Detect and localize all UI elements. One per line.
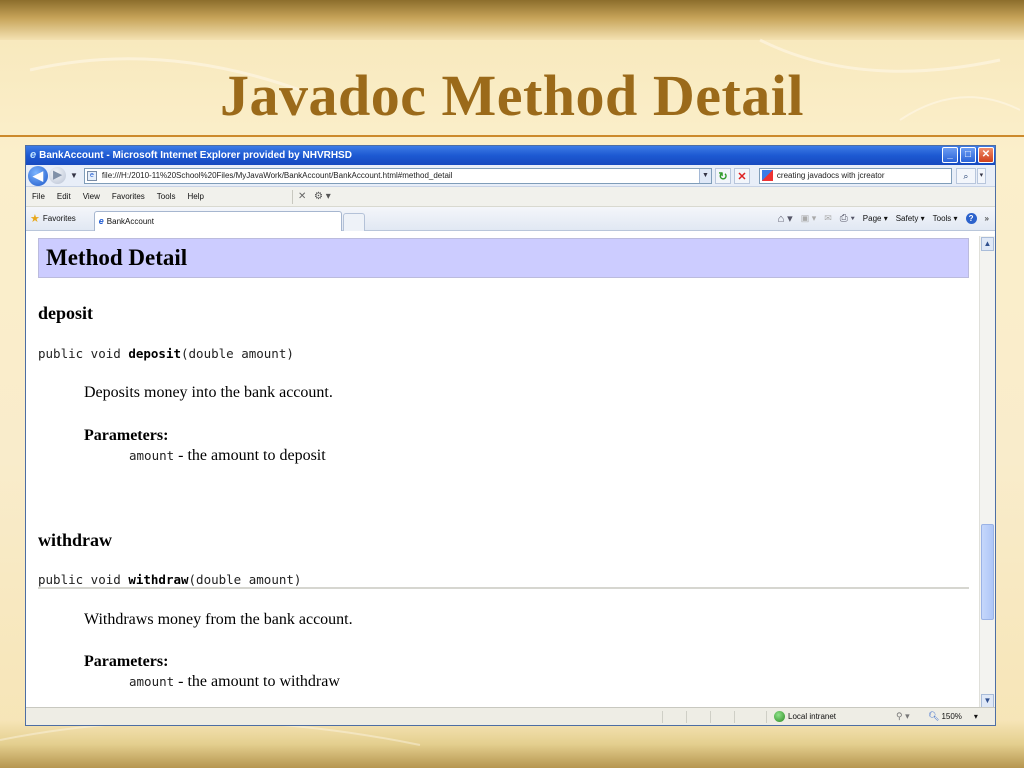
stop-button[interactable]: ✕: [733, 167, 750, 184]
method-signature-deposit: public void deposit(double amount): [38, 346, 294, 361]
zone-label: Local intranet: [788, 712, 837, 721]
title-divider: [0, 135, 1024, 137]
method-detail-header: Method Detail: [38, 238, 969, 278]
print-icon[interactable]: ⎙ ▾: [840, 213, 855, 224]
method-name-withdraw: withdraw: [38, 530, 113, 550]
page-menu[interactable]: Page ▾: [863, 214, 888, 223]
protected-mode-icon[interactable]: ⚲ ▾: [896, 711, 910, 722]
signature-method-name: withdraw: [128, 572, 189, 587]
favorites-button[interactable]: Favorites: [43, 214, 76, 223]
maximize-button[interactable]: □: [960, 147, 976, 163]
tab-label: BankAccount: [106, 216, 154, 226]
zoom-icon: 🔍︎: [928, 711, 940, 721]
recent-pages-dropdown-icon[interactable]: ▼: [70, 171, 78, 180]
browser-window: e BankAccount - Microsoft Internet Explo…: [25, 145, 996, 726]
menu-bar: File Edit View Favorites Tools Help ✕ ⚙ …: [26, 187, 995, 207]
forward-button[interactable]: ▶: [49, 167, 66, 184]
mail-icon[interactable]: ✉: [824, 213, 832, 224]
command-bar: ⌂ ▾ ▣ ▾ ✉ ⎙ ▾ Page ▾ Safety ▾ Tools ▾ ? …: [777, 212, 989, 225]
security-zone[interactable]: Local intranet: [774, 711, 836, 722]
parameter-line-withdraw: amount - the amount to withdraw: [129, 673, 340, 691]
parameter-line-deposit: amount - the amount to deposit: [129, 447, 326, 465]
zoom-dropdown-icon[interactable]: ▾: [974, 712, 978, 721]
search-options-dropdown-icon[interactable]: ▾: [976, 167, 986, 184]
menu-separator: [292, 190, 293, 204]
close-button[interactable]: ✕: [978, 147, 994, 163]
parameter-description: - the amount to withdraw: [174, 673, 340, 690]
page-icon: e: [86, 170, 97, 181]
menu-favorites[interactable]: Favorites: [112, 192, 145, 201]
tab-bankaccount[interactable]: e BankAccount: [93, 210, 342, 231]
addon-icon[interactable]: ⚙ ▾: [314, 191, 331, 202]
favorites-bar: ★ Favorites e BankAccount ⌂ ▾ ▣ ▾ ✉ ⎙ ▾ …: [26, 207, 995, 231]
method-name-deposit: deposit: [38, 303, 94, 323]
menu-file[interactable]: File: [32, 192, 45, 201]
zoom-control[interactable]: 🔍︎ 150% ▾: [928, 711, 978, 722]
window-controls: _ □ ✕: [942, 147, 994, 163]
signature-method-name: deposit: [128, 346, 181, 361]
address-field[interactable]: e file:///H:/2010-11%20School%20Files/My…: [83, 167, 712, 184]
signature-params: (double amount): [188, 572, 302, 587]
zoom-level: 150%: [941, 712, 962, 721]
menu-view[interactable]: View: [83, 192, 100, 201]
parameter-name: amount: [129, 674, 175, 689]
scroll-up-button[interactable]: ▲: [981, 237, 994, 251]
more-commands-icon[interactable]: »: [985, 214, 989, 223]
status-bar: Local intranet ⚲ ▾ 🔍︎ 150% ▾: [26, 707, 995, 725]
back-button[interactable]: ◀: [28, 165, 48, 186]
safety-menu[interactable]: Safety ▾: [896, 214, 925, 223]
method-signature-withdraw: public void withdraw(double amount): [38, 572, 301, 587]
scroll-thumb[interactable]: [981, 524, 994, 620]
status-separator: [662, 711, 663, 723]
home-icon[interactable]: ⌂ ▾: [777, 212, 792, 225]
status-separator: [766, 711, 767, 723]
address-dropdown-icon[interactable]: ▼: [698, 168, 711, 183]
search-text: creating javadocs with jcreator: [776, 171, 885, 180]
minimize-button[interactable]: _: [942, 147, 958, 163]
close-toolbar-icon[interactable]: ✕: [298, 191, 306, 202]
menu-edit[interactable]: Edit: [57, 192, 71, 201]
favorites-star-icon[interactable]: ★: [30, 212, 40, 225]
tab-page-icon: e: [98, 216, 104, 226]
signature-prefix: public void: [38, 572, 129, 587]
method-description-deposit: Deposits money into the bank account.: [84, 384, 333, 401]
slide-top-band: [0, 0, 1024, 40]
tools-menu[interactable]: Tools ▾: [933, 214, 958, 223]
search-input[interactable]: creating javadocs with jcreator: [758, 167, 952, 184]
status-separator: [686, 711, 687, 723]
signature-prefix: public void: [38, 346, 129, 361]
page-content: Method Detail deposit public void deposi…: [26, 236, 981, 709]
new-tab-button[interactable]: [342, 212, 365, 231]
slide-title: Javadoc Method Detail: [220, 63, 804, 128]
parameters-label-deposit: Parameters:: [84, 427, 169, 444]
parameter-description: - the amount to deposit: [174, 447, 326, 464]
scroll-down-button[interactable]: ▼: [981, 694, 994, 708]
address-toolbar: ◀ ▶ ▼ e file:///H:/2010-11%20School%20Fi…: [26, 165, 995, 187]
refresh-button[interactable]: ↻: [714, 167, 731, 184]
method-description-withdraw: Withdraws money from the bank account.: [84, 611, 353, 628]
method-divider: [38, 587, 969, 589]
search-button[interactable]: ⌕: [955, 167, 976, 184]
status-separator: [734, 711, 735, 723]
feeds-icon[interactable]: ▣ ▾: [801, 213, 817, 224]
ie-logo-icon: e: [30, 149, 37, 161]
slide-bottom-band: [0, 720, 1024, 768]
address-url: file:///H:/2010-11%20School%20Files/MyJa…: [101, 171, 453, 180]
signature-params: (double amount): [181, 346, 294, 361]
window-titlebar: e BankAccount - Microsoft Internet Explo…: [26, 146, 995, 165]
menu-help[interactable]: Help: [187, 192, 203, 201]
vertical-scrollbar[interactable]: ▲ ▼: [979, 236, 995, 709]
help-icon[interactable]: ?: [965, 213, 977, 224]
parameter-name: amount: [129, 448, 175, 463]
parameters-label-withdraw: Parameters:: [84, 653, 169, 670]
status-separator: [710, 711, 711, 723]
globe-icon: [774, 711, 785, 722]
window-title: BankAccount - Microsoft Internet Explore…: [39, 150, 352, 161]
search-provider-icon: [761, 170, 773, 181]
menu-tools[interactable]: Tools: [157, 192, 176, 201]
